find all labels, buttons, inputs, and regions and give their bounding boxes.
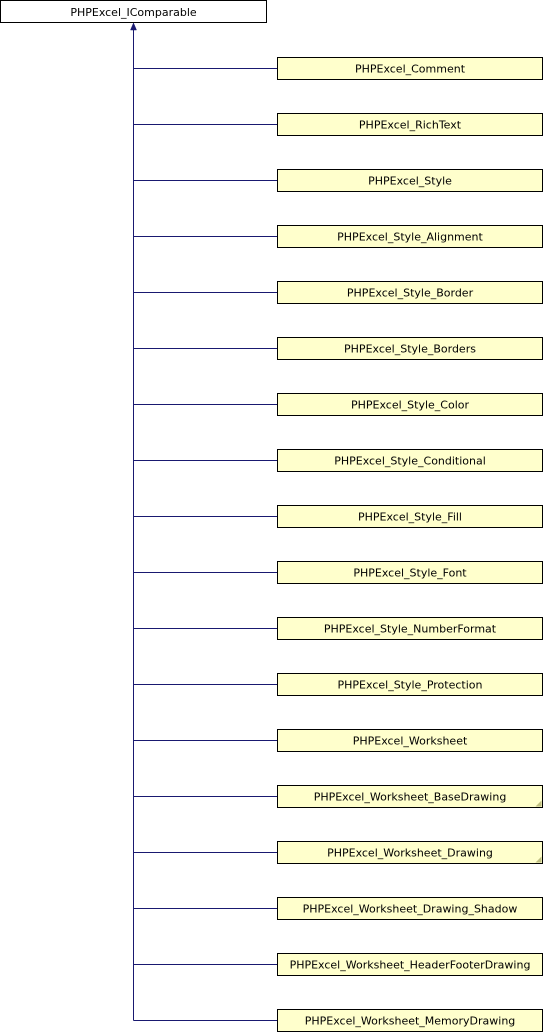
class-node-phpexcel-worksheet-drawing[interactable]: PHPExcel_Worksheet_Drawing (277, 841, 543, 864)
class-node-phpexcel-worksheet[interactable]: PHPExcel_Worksheet (277, 729, 543, 752)
class-node-phpexcel-worksheet-headerfooterdrawing[interactable]: PHPExcel_Worksheet_HeaderFooterDrawing (277, 953, 543, 976)
class-node-phpexcel-style-fill[interactable]: PHPExcel_Style_Fill (277, 505, 543, 528)
inheritance-diagram: PHPExcel_IComparable PHPExcel_Comment PHP… (0, 0, 543, 1032)
class-node-phpexcel-style-borders[interactable]: PHPExcel_Style_Borders (277, 337, 543, 360)
class-node-phpexcel-worksheet-drawing-shadow[interactable]: PHPExcel_Worksheet_Drawing_Shadow (277, 897, 543, 920)
class-node-phpexcel-worksheet-basedrawing[interactable]: PHPExcel_Worksheet_BaseDrawing (277, 785, 543, 808)
class-node-label: PHPExcel_Worksheet_BaseDrawing (314, 791, 507, 804)
class-node-phpexcel-worksheet-memorydrawing[interactable]: PHPExcel_Worksheet_MemoryDrawing (277, 1009, 543, 1032)
class-node-label: PHPExcel_Style_Conditional (334, 455, 486, 468)
class-node-phpexcel-style-border[interactable]: PHPExcel_Style_Border (277, 281, 543, 304)
class-node-label: PHPExcel_Worksheet_Drawing (327, 847, 493, 860)
class-node-label: PHPExcel_Worksheet_HeaderFooterDrawing (290, 959, 531, 972)
class-node-label: PHPExcel_Worksheet_Drawing_Shadow (303, 903, 518, 916)
inheritance-arrowhead (130, 22, 137, 31)
class-node-label: PHPExcel_Style_NumberFormat (324, 623, 497, 636)
class-node-phpexcel-style-font[interactable]: PHPExcel_Style_Font (277, 561, 543, 584)
root-node[interactable]: PHPExcel_IComparable (0, 0, 267, 23)
class-node-label: PHPExcel_Style_Alignment (337, 231, 483, 244)
class-node-label: PHPExcel_Style (368, 175, 452, 188)
edges-layer (130, 22, 278, 1021)
class-node-label: PHPExcel_Style_Font (353, 567, 467, 580)
class-node-phpexcel-richtext[interactable]: PHPExcel_RichText (277, 113, 543, 136)
class-node-phpexcel-style-alignment[interactable]: PHPExcel_Style_Alignment (277, 225, 543, 248)
class-node-phpexcel-comment[interactable]: PHPExcel_Comment (277, 57, 543, 80)
class-node-phpexcel-style-color[interactable]: PHPExcel_Style_Color (277, 393, 543, 416)
class-node-label: PHPExcel_Style_Fill (358, 511, 462, 524)
class-node-phpexcel-style-numberformat[interactable]: PHPExcel_Style_NumberFormat (277, 617, 543, 640)
class-node-label: PHPExcel_Style_Protection (338, 679, 483, 692)
class-node-label: PHPExcel_Style_Color (351, 399, 470, 412)
class-node-label: PHPExcel_Style_Borders (344, 343, 476, 356)
class-node-label: PHPExcel_Worksheet_MemoryDrawing (305, 1015, 516, 1028)
class-node-label: PHPExcel_Worksheet (353, 735, 468, 748)
class-node-phpexcel-style-conditional[interactable]: PHPExcel_Style_Conditional (277, 449, 543, 472)
root-node-label: PHPExcel_IComparable (70, 6, 197, 19)
class-node-phpexcel-style-protection[interactable]: PHPExcel_Style_Protection (277, 673, 543, 696)
class-node-label: PHPExcel_Comment (355, 63, 466, 76)
class-node-label: PHPExcel_RichText (359, 119, 462, 132)
class-node-label: PHPExcel_Style_Border (347, 287, 474, 300)
class-node-phpexcel-style[interactable]: PHPExcel_Style (277, 169, 543, 192)
